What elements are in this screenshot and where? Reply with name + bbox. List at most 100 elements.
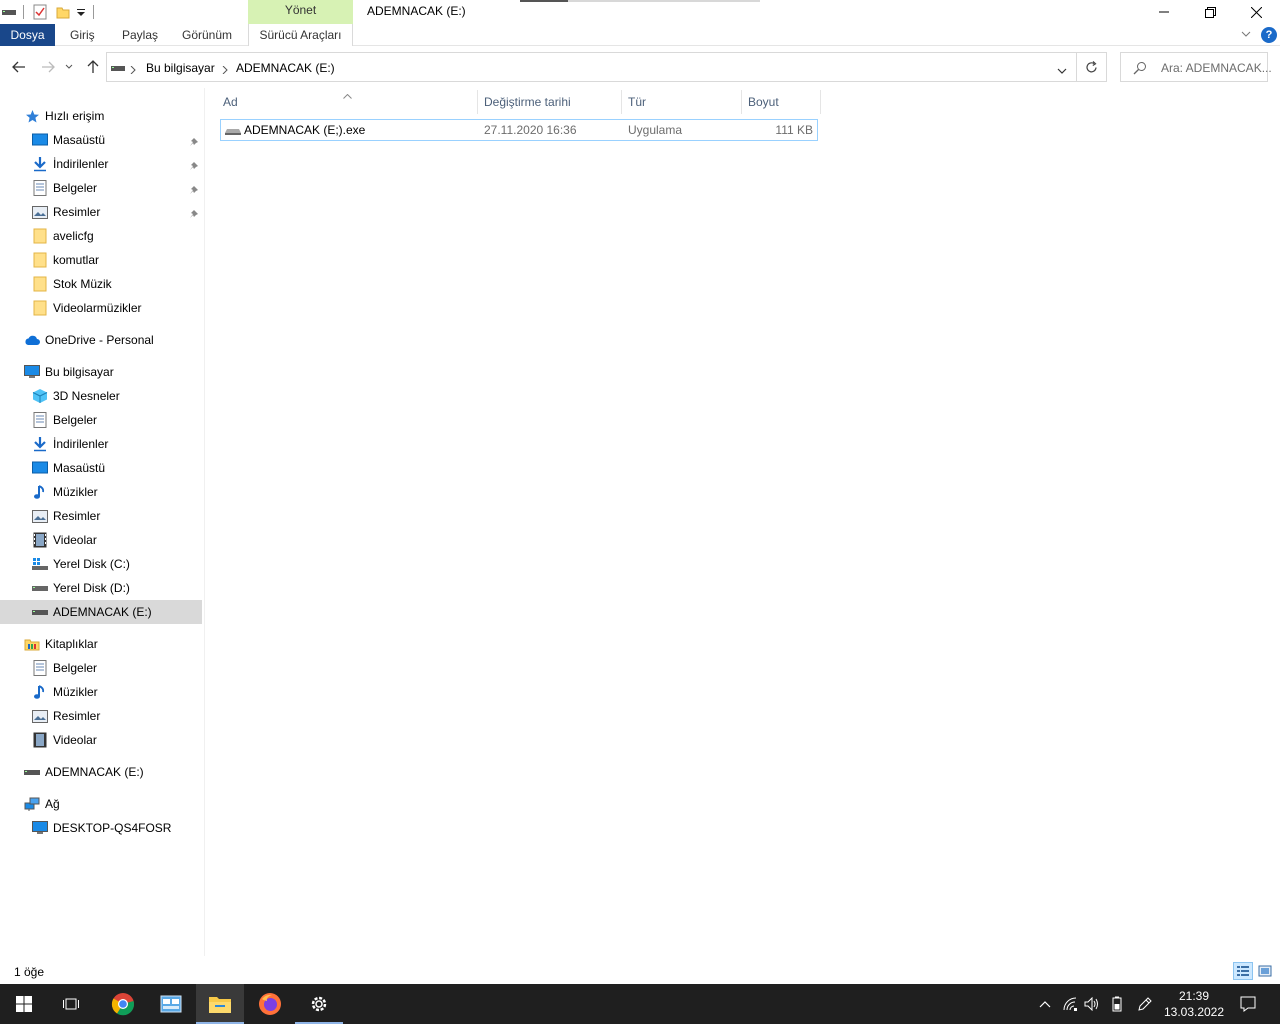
chrome-taskbar-button[interactable] — [99, 984, 147, 1024]
navigation-pane[interactable]: Hızlı erişim Masaüstü İndirilenler Belge… — [0, 88, 205, 956]
sidebar-item-library-pictures[interactable]: Resimler — [32, 704, 100, 728]
customize-quick-access-icon[interactable] — [76, 4, 86, 20]
star-icon — [24, 108, 40, 124]
close-button[interactable] — [1233, 0, 1279, 24]
recent-locations-chevron-icon[interactable] — [62, 58, 76, 76]
control-panel-taskbar-button[interactable] — [147, 984, 195, 1024]
help-icon[interactable]: ? — [1261, 27, 1277, 43]
start-button[interactable] — [0, 984, 48, 1024]
sidebar-item-onedrive[interactable]: OneDrive - Personal — [24, 328, 154, 352]
file-modified: 27.11.2020 16:36 — [484, 123, 577, 137]
sidebar-item-quick-access[interactable]: Hızlı erişim — [24, 104, 104, 128]
up-button[interactable] — [83, 58, 103, 76]
refresh-icon — [1086, 60, 1097, 72]
sidebar-item-downloads[interactable]: İndirilenler — [32, 152, 108, 176]
windows-drive-icon — [32, 556, 48, 572]
sidebar-item-stok-muzik[interactable]: Stok Müzik — [32, 272, 112, 296]
item-count: 1 öğe — [14, 965, 45, 979]
refresh-button[interactable] — [1077, 52, 1107, 82]
back-button[interactable] — [9, 58, 29, 76]
firefox-taskbar-button[interactable] — [246, 984, 294, 1024]
breadcrumb-this-pc[interactable]: Bu bilgisayar — [146, 61, 215, 75]
videos-icon — [32, 732, 48, 748]
sidebar-item-this-pc[interactable]: Bu bilgisayar — [24, 360, 114, 384]
sidebar-item-library-documents[interactable]: Belgeler — [32, 656, 97, 680]
details-view-button[interactable] — [1233, 962, 1253, 980]
settings-taskbar-button[interactable] — [295, 984, 343, 1024]
taskbar-clock[interactable]: 21:39 13.03.2022 — [1160, 988, 1228, 1020]
forward-button[interactable] — [38, 58, 58, 76]
pin-icon[interactable] — [188, 208, 200, 220]
computer-icon — [24, 364, 40, 380]
file-explorer-taskbar-button[interactable] — [196, 984, 244, 1024]
breadcrumb-separator-icon[interactable] — [130, 63, 136, 77]
taskbar: 21:39 13.03.2022 — [0, 984, 1280, 1024]
column-header-name[interactable]: Ad — [217, 90, 478, 114]
sidebar-item-local-disk-d[interactable]: Yerel Disk (D:) — [32, 576, 130, 600]
sidebar-item-3d-objects[interactable]: 3D Nesneler — [32, 384, 120, 408]
address-bar[interactable]: Bu bilgisayar ADEMNACAK (E:) — [106, 52, 1077, 82]
sidebar-item-downloads[interactable]: İndirilenler — [32, 432, 108, 456]
tab-file[interactable]: Dosya — [0, 24, 55, 46]
music-icon — [32, 484, 48, 500]
pin-icon[interactable] — [188, 160, 200, 172]
tab-home[interactable]: Giriş — [70, 24, 95, 46]
sidebar-item-library-music[interactable]: Müzikler — [32, 680, 98, 704]
breadcrumb-separator-icon[interactable] — [222, 63, 228, 77]
sidebar-item-ademnacak-e[interactable]: ADEMNACAK (E:) — [0, 600, 202, 624]
sidebar-item-desktop[interactable]: Masaüstü — [32, 456, 105, 480]
sidebar-item-local-disk-c[interactable]: Yerel Disk (C:) — [32, 552, 130, 576]
clock-date: 13.03.2022 — [1163, 1005, 1225, 1019]
task-view-button[interactable] — [48, 984, 96, 1024]
sidebar-item-library-videos[interactable]: Videolar — [32, 728, 97, 752]
pin-icon[interactable] — [188, 136, 200, 148]
pin-icon[interactable] — [188, 184, 200, 196]
column-header-size[interactable]: Boyut — [742, 90, 821, 114]
column-header-type[interactable]: Tür — [622, 90, 742, 114]
search-input[interactable]: Ara: ADEMNACAK... — [1120, 52, 1272, 82]
new-folder-icon[interactable] — [56, 4, 70, 20]
minimize-button[interactable] — [1141, 0, 1187, 24]
sidebar-item-network[interactable]: Ağ — [24, 792, 60, 816]
restore-button[interactable] — [1187, 0, 1233, 24]
show-hidden-icons-chevron-icon[interactable] — [1035, 994, 1055, 1014]
sidebar-item-videolarmuzikler[interactable]: Videolarmüzikler — [32, 296, 141, 320]
sidebar-item-desktop-qs4fosr[interactable]: DESKTOP-QS4FOSR — [32, 816, 171, 840]
wifi-icon[interactable] — [1060, 994, 1080, 1014]
sidebar-item-removable-ademnacak[interactable]: ADEMNACAK (E:) — [24, 760, 144, 784]
tab-view[interactable]: Görünüm — [182, 24, 232, 46]
properties-icon[interactable] — [33, 4, 47, 20]
pictures-icon — [32, 708, 48, 724]
tab-share[interactable]: Paylaş — [122, 24, 158, 46]
file-list[interactable]: Ad Değiştirme tarihi Tür Boyut ADEMNACAK… — [205, 88, 1280, 956]
sidebar-item-pictures[interactable]: Resimler — [32, 200, 100, 224]
large-icons-view-button[interactable] — [1255, 962, 1275, 980]
download-icon — [32, 436, 48, 452]
sidebar-item-libraries[interactable]: Kitaplıklar — [24, 632, 98, 656]
column-header-modified[interactable]: Değiştirme tarihi — [478, 90, 622, 114]
cloud-icon — [24, 332, 40, 348]
file-name[interactable]: ADEMNACAK (E;).exe — [244, 123, 365, 137]
pen-icon[interactable] — [1135, 994, 1155, 1014]
address-history-chevron-icon[interactable] — [1057, 64, 1067, 78]
sidebar-item-documents[interactable]: Belgeler — [32, 176, 97, 200]
table-row[interactable]: ADEMNACAK (E;).exe 27.11.2020 16:36 Uygu… — [220, 119, 818, 141]
file-explorer-icon — [209, 997, 231, 1013]
sidebar-item-videos[interactable]: Videolar — [32, 528, 97, 552]
sidebar-item-documents[interactable]: Belgeler — [32, 408, 97, 432]
network-icon — [24, 796, 40, 812]
sidebar-item-music[interactable]: Müzikler — [32, 480, 98, 504]
sidebar-item-komutlar[interactable]: komutlar — [32, 248, 99, 272]
sidebar-item-pictures[interactable]: Resimler — [32, 504, 100, 528]
battery-icon[interactable] — [1107, 994, 1127, 1014]
documents-icon — [32, 180, 48, 196]
volume-icon[interactable] — [1082, 994, 1102, 1014]
sidebar-item-desktop[interactable]: Masaüstü — [32, 128, 105, 152]
breadcrumb-current-drive[interactable]: ADEMNACAK (E:) — [236, 61, 335, 75]
documents-icon — [32, 412, 48, 428]
tab-drive-tools[interactable]: Sürücü Araçları — [248, 24, 353, 46]
expand-ribbon-chevron-icon[interactable] — [1240, 28, 1252, 43]
sidebar-item-avelicfg[interactable]: avelicfg — [32, 224, 94, 248]
music-icon — [32, 684, 48, 700]
notifications-icon[interactable] — [1238, 994, 1258, 1014]
